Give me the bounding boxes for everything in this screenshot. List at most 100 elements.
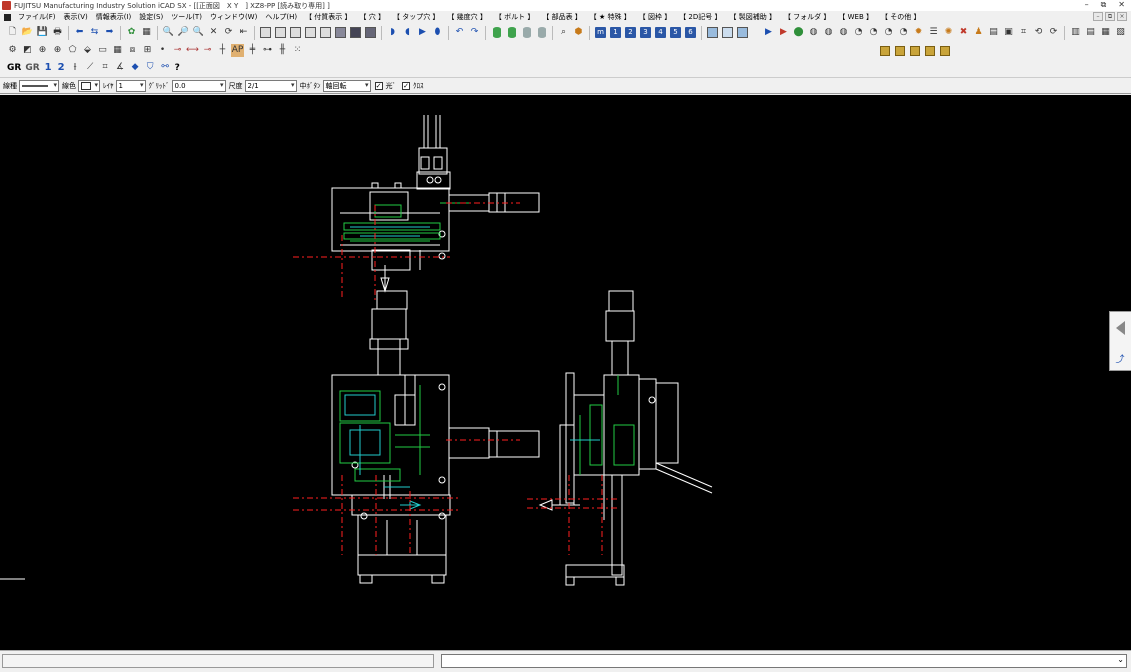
list-icon[interactable]: ☰ <box>927 26 940 39</box>
window-cascade-icon[interactable] <box>736 26 749 39</box>
center-icon[interactable]: ⊕ <box>36 44 49 57</box>
panel-icon-4[interactable]: ▧ <box>1114 26 1127 39</box>
search-icon[interactable]: ⌕ <box>557 26 570 39</box>
ap-icon[interactable]: AP <box>231 44 244 57</box>
layer-select[interactable]: 1 ▾ <box>115 79 146 92</box>
layer-3-icon[interactable]: 3 <box>639 26 652 39</box>
redo-arrow-icon[interactable]: ➡ <box>103 26 116 39</box>
link-icon[interactable]: ⚯ <box>159 61 172 74</box>
settings-icon[interactable]: ✹ <box>912 26 925 39</box>
view-next-icon[interactable]: ▶ <box>416 26 429 39</box>
menu-other[interactable]: 【 その他 】 <box>877 12 924 22</box>
menu-parts-list[interactable]: 【 部品表 】 <box>538 12 585 22</box>
gauge-icon[interactable]: ◍ <box>807 26 820 39</box>
mdi-close-button[interactable]: × <box>1117 12 1127 21</box>
layer-m-icon[interactable]: m <box>594 26 607 39</box>
menu-frame[interactable]: 【 図枠 】 <box>635 12 675 22</box>
menu-tools[interactable]: ツール(T) <box>167 12 206 22</box>
layer-5-icon[interactable]: 5 <box>669 26 682 39</box>
line-type-select[interactable]: ▾ <box>19 79 59 92</box>
close-button[interactable]: ✕ <box>1118 0 1125 10</box>
hash-icon[interactable]: ⌗ <box>99 61 112 74</box>
window-tile-icon[interactable] <box>706 26 719 39</box>
polygon-icon[interactable]: ⬠ <box>66 44 79 57</box>
menu-help[interactable]: ヘルプ(H) <box>261 12 301 22</box>
fill-icon[interactable]: ⬙ <box>81 44 94 57</box>
line-icon-2[interactable]: ⟷ <box>186 44 199 57</box>
properties-icon[interactable]: ▦ <box>140 26 153 39</box>
maximize-button[interactable]: ⧉ <box>1101 0 1107 10</box>
zoom-in-icon[interactable]: 🔍 <box>162 26 175 39</box>
drawing-canvas[interactable] <box>0 95 1131 650</box>
menu-2d-symbol[interactable]: 【 2D記号 】 <box>675 12 725 22</box>
tool-chest-icon-5[interactable] <box>938 44 951 57</box>
menu-hole[interactable]: 【 穴 】 <box>356 12 389 22</box>
line-icon[interactable]: ⊸ <box>171 44 184 57</box>
scale-select[interactable]: 2/1 ▾ <box>244 79 297 92</box>
menu-tap-hole[interactable]: 【 タップ穴 】 <box>389 12 443 22</box>
frame-select-icon[interactable]: ⧈ <box>126 44 139 57</box>
diamond-icon[interactable]: ◆ <box>129 61 142 74</box>
panel-icon-2[interactable]: ▤ <box>1084 26 1097 39</box>
gr-alt-button[interactable]: GR <box>23 63 41 73</box>
menu-bolt[interactable]: 【 ボルト 】 <box>491 12 538 22</box>
parts-icon[interactable]: ▤ <box>987 26 1000 39</box>
pan-icon[interactable]: ⇤ <box>237 26 250 39</box>
grid-icon[interactable]: ▦ <box>111 44 124 57</box>
save-icon[interactable]: 💾 <box>36 26 49 39</box>
gr-button[interactable]: GR <box>5 63 23 73</box>
tangent-icon[interactable]: ⊶ <box>261 44 274 57</box>
redo-icon[interactable]: ↷ <box>468 26 481 39</box>
zoom-out-icon[interactable]: 🔍 <box>192 26 205 39</box>
view-back-side-icon[interactable]: ◖ <box>401 26 414 39</box>
print-icon[interactable]: 🖶 <box>51 26 64 39</box>
multi-line-icon[interactable]: ╫ <box>276 44 289 57</box>
layer-6-icon[interactable]: 6 <box>684 26 697 39</box>
document-system-icon[interactable] <box>4 13 11 21</box>
play-icon[interactable]: ▶ <box>762 26 775 39</box>
parallel-icon[interactable]: ⫲ <box>69 61 82 74</box>
light-checkbox[interactable]: ✓ <box>374 81 383 90</box>
chevron-down-icon[interactable]: ⌄ <box>1117 655 1124 664</box>
cross-checkbox[interactable]: ✓ <box>402 81 410 90</box>
view-front-icon[interactable] <box>259 26 272 39</box>
menu-precision-hole[interactable]: 【 幾度穴 】 <box>443 12 490 22</box>
snap-icon[interactable]: ◩ <box>21 44 34 57</box>
gauge-icon-2[interactable]: ◍ <box>822 26 835 39</box>
panel-icon[interactable]: ▥ <box>1069 26 1082 39</box>
measure-icon-2[interactable]: ◔ <box>867 26 880 39</box>
gauge-icon-3[interactable]: ◍ <box>837 26 850 39</box>
side-panel-tab[interactable]: ⤴ <box>1109 311 1131 371</box>
mdi-minimize-button[interactable]: – <box>1093 12 1103 21</box>
tool-chest-icon[interactable] <box>878 44 891 57</box>
slope-icon[interactable]: ⟋ <box>84 61 97 74</box>
tool-chest-icon-4[interactable] <box>923 44 936 57</box>
layer-1-icon[interactable]: 1 <box>609 26 622 39</box>
intersect-icon[interactable]: ╪ <box>246 44 259 57</box>
minimize-button[interactable]: – <box>1085 0 1089 10</box>
user-icon[interactable]: ♟ <box>972 26 985 39</box>
mdi-restore-button[interactable]: ⧉ <box>1105 12 1115 21</box>
layer-2-icon[interactable]: 2 <box>624 26 637 39</box>
measure-icon-3[interactable]: ◔ <box>882 26 895 39</box>
grid-select[interactable]: 0.0 ▾ <box>171 79 226 92</box>
command-input[interactable]: ⌄ <box>441 654 1127 668</box>
tool-chest-icon-2[interactable] <box>893 44 906 57</box>
view-back-icon[interactable] <box>319 26 332 39</box>
view-drop-icon[interactable]: ⬮ <box>431 26 444 39</box>
tool-chest-icon-3[interactable] <box>908 44 921 57</box>
window-single-icon[interactable] <box>721 26 734 39</box>
cylinder-icon-3[interactable] <box>520 26 533 39</box>
material-icon[interactable]: ⬢ <box>572 26 585 39</box>
zoom-fit-icon[interactable]: ✕ <box>207 26 220 39</box>
layer-4-icon[interactable]: 4 <box>654 26 667 39</box>
measure-icon-4[interactable]: ◔ <box>897 26 910 39</box>
rotate-icon[interactable]: ⟳ <box>222 26 235 39</box>
record-icon[interactable]: ▶ <box>777 26 790 39</box>
undo-icon[interactable]: ↶ <box>453 26 466 39</box>
menu-special[interactable]: 【 ★ 特殊 】 <box>586 12 635 22</box>
menu-web[interactable]: 【 WEB 】 <box>834 12 877 22</box>
help-button[interactable]: ? <box>173 63 182 73</box>
gear-icon[interactable]: ✺ <box>942 26 955 39</box>
middle-button-select[interactable]: 軸回転 ▾ <box>322 79 371 92</box>
